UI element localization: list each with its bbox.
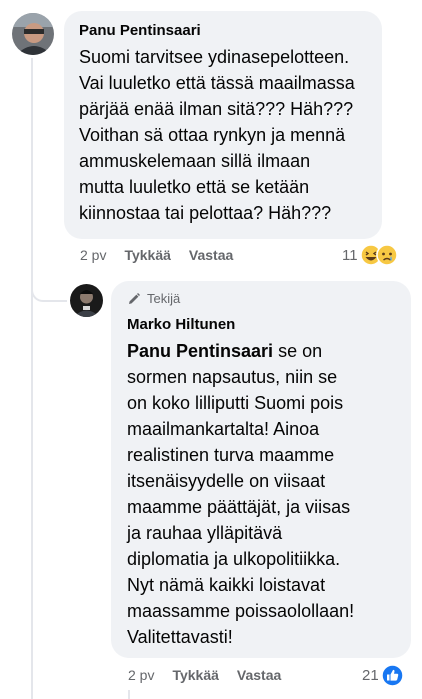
comment-time[interactable]: 2 pv — [128, 667, 154, 683]
thread-line-branch — [31, 282, 67, 302]
author-badge: Tekijä — [127, 291, 396, 306]
like-button[interactable]: Tykkää — [172, 667, 218, 683]
comment-author[interactable]: Marko Hiltunen — [127, 315, 396, 335]
avatar-image — [70, 284, 103, 317]
avatar[interactable] — [12, 13, 54, 55]
comment-bubble: Panu Pentinsaari Suomi tarvitsee ydinase… — [64, 11, 382, 239]
mention-link[interactable]: Panu Pentinsaari — [127, 341, 273, 361]
comment-text: Suomi tarvitsee ydinasepelotteen. Vai lu… — [79, 47, 355, 223]
thread-line-reply — [128, 690, 130, 699]
comment-bubble: Tekijä Marko Hiltunen Panu Pentinsaari s… — [111, 281, 411, 658]
thread-line — [31, 58, 33, 699]
reaction-summary[interactable]: 11 — [342, 244, 398, 266]
avatar-image — [12, 13, 54, 55]
reaction-count: 11 — [342, 246, 358, 264]
reply-button[interactable]: Vastaa — [189, 247, 233, 263]
thumbs-up-icon — [380, 664, 404, 687]
avatar[interactable] — [70, 284, 103, 317]
author-badge-label: Tekijä — [147, 291, 181, 306]
reaction-count: 21 — [362, 667, 379, 684]
comment-text: Panu Pentinsaari se on sormen napsautus,… — [127, 338, 396, 650]
pencil-icon — [129, 292, 140, 304]
comment-time[interactable]: 2 pv — [80, 247, 106, 263]
comment-author[interactable]: Panu Pentinsaari — [79, 21, 367, 41]
sad-emoji-icon — [375, 244, 398, 266]
reply-button[interactable]: Vastaa — [237, 667, 281, 683]
comment-text-body: se on sormen napsautus, niin se on koko … — [127, 341, 355, 647]
comment-actions: 2 pv Tykkää Vastaa — [128, 667, 299, 683]
like-button[interactable]: Tykkää — [124, 247, 170, 263]
reaction-summary[interactable]: 21 — [362, 664, 404, 687]
comment-actions: 2 pv Tykkää Vastaa — [80, 247, 251, 263]
